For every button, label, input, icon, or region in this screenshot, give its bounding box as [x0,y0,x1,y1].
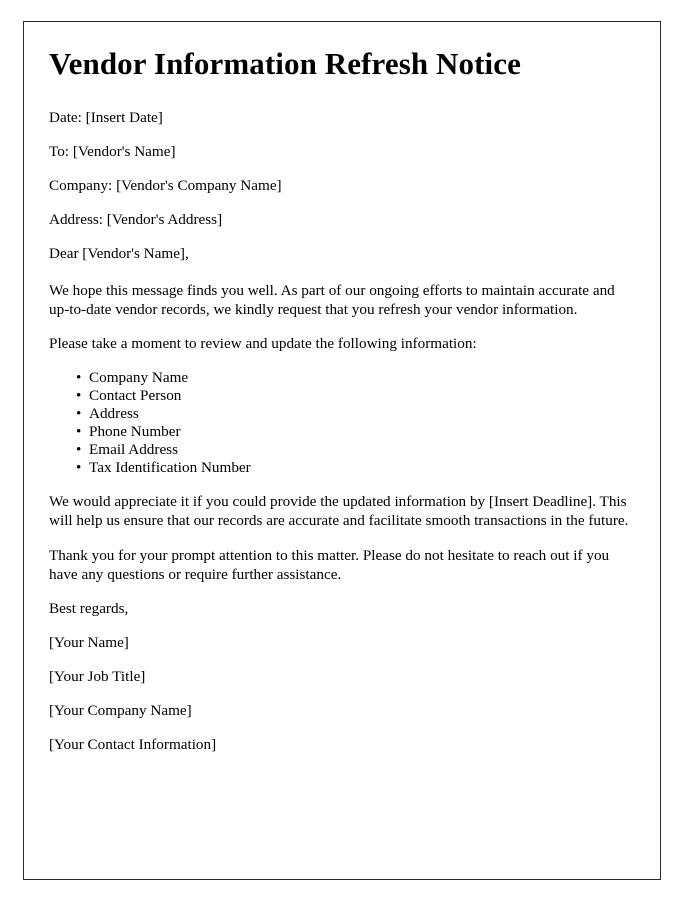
list-item: • Email Address [49,441,637,459]
field-date: Date: [Insert Date] [49,108,163,126]
bullet-icon: • [76,404,82,422]
list-item: • Tax Identification Number [49,459,637,477]
bullet-icon: • [76,386,82,404]
list-item-label: Phone Number [89,422,181,440]
signature-name: [Your Name] [49,634,129,652]
list-item-label: Contact Person [89,386,182,404]
field-address: Address: [Vendor's Address] [49,210,223,228]
bullet-icon: • [76,368,82,386]
field-company: Company: [Vendor's Company Name] [49,176,282,194]
paragraph-review-instruction: Please take a moment to review and updat… [49,335,477,353]
bullet-icon: • [76,458,82,476]
document-body: Vendor Information Refresh Notice Date: … [49,46,637,754]
list-item: • Company Name [49,369,637,387]
signature-job-title: [Your Job Title] [49,668,146,686]
signature-company: [Your Company Name] [49,702,192,720]
list-item: • Contact Person [49,387,637,405]
signature-contact-info: [Your Contact Information] [49,736,217,754]
field-recipient: To: [Vendor's Name] [49,142,176,160]
salutation: Dear [Vendor's Name], [49,244,189,262]
list-item-label: Tax Identification Number [89,458,251,476]
list-item-label: Email Address [89,440,179,458]
information-fields-list: • Company Name • Contact Person • Addres… [49,369,637,477]
closing-line: Best regards, [49,600,129,618]
bullet-icon: • [76,440,82,458]
paragraph-deadline: We would appreciate it if you could prov… [49,492,629,530]
list-item: • Phone Number [49,423,637,441]
list-item: • Address [49,405,637,423]
page-title: Vendor Information Refresh Notice [49,46,521,81]
list-item-label: Company Name [89,368,189,386]
document-page-frame: Vendor Information Refresh Notice Date: … [23,21,661,880]
paragraph-thanks: Thank you for your prompt attention to t… [49,546,610,584]
paragraph-intro: We hope this message finds you well. As … [49,281,615,319]
bullet-icon: • [76,422,82,440]
list-item-label: Address [89,404,139,422]
